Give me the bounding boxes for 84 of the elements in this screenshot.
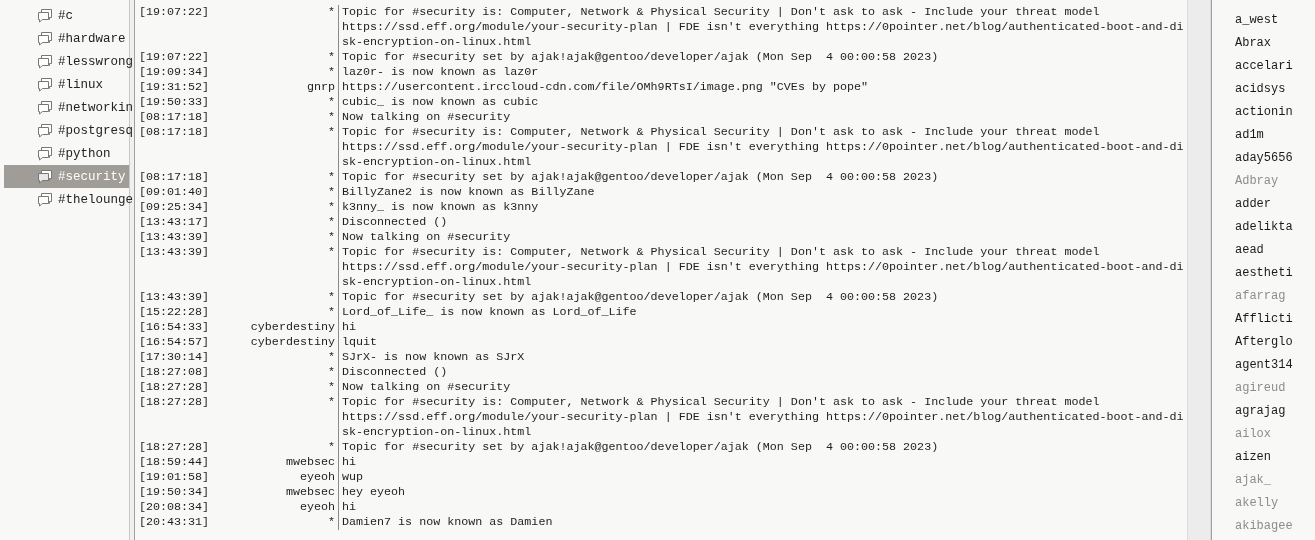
nickname: * [327, 110, 336, 125]
timestamp: [19:50:33] [138, 95, 211, 110]
timestamp: [17:30:14] [138, 350, 211, 365]
timestamp: [09:25:34] [138, 200, 211, 215]
timestamp: [20:08:34] [138, 500, 211, 515]
nickname: * [327, 65, 336, 80]
timestamp: [19:01:58] [138, 470, 211, 485]
user-item[interactable]: Afterglo [1235, 330, 1315, 353]
timestamp: [19:31:52] [138, 80, 211, 95]
timestamp: [13:43:17] [138, 215, 211, 230]
user-item[interactable]: Afflicti [1235, 307, 1315, 330]
nickname: * [327, 440, 336, 455]
user-item[interactable]: ad1m [1235, 123, 1315, 146]
chat-bubble-icon [37, 8, 53, 23]
timestamp: [19:07:22] [138, 50, 211, 65]
nickname: * [327, 185, 336, 200]
timestamp: [13:43:39] [138, 230, 211, 245]
timestamp: [08:17:18] [138, 110, 211, 125]
timestamp: [18:59:44] [138, 455, 211, 470]
nickname: * [327, 395, 336, 411]
channel-item[interactable]: #c [4, 4, 129, 27]
nickname: mwebsec [284, 455, 336, 470]
user-item[interactable]: Abrax [1235, 31, 1315, 54]
chat-bubble-icon [37, 169, 53, 184]
user-item[interactable]: agrajag [1235, 399, 1315, 422]
nickname: * [327, 95, 336, 110]
nickname: * [327, 350, 336, 365]
chat-bubble-icon [37, 31, 53, 46]
timestamp: [16:54:33] [138, 320, 211, 335]
nickname: * [327, 380, 336, 395]
user-item[interactable]: aead [1235, 238, 1315, 261]
user-item[interactable]: actionin [1235, 100, 1315, 123]
user-item[interactable]: aestheti [1235, 261, 1315, 284]
timestamp: [20:43:31] [138, 515, 211, 530]
user-item[interactable]: aizen [1235, 445, 1315, 468]
nickname: * [327, 365, 336, 380]
nickname: eyeoh [298, 500, 336, 515]
nickname: * [327, 230, 336, 245]
timestamp: [18:27:08] [138, 365, 211, 380]
timestamp: [16:54:57] [138, 335, 211, 350]
user-item[interactable]: adder [1235, 192, 1315, 215]
chat-bubble-icon [37, 77, 53, 92]
chat-bubble-icon [37, 54, 53, 69]
channel-item[interactable]: #hardware [4, 27, 129, 50]
timestamp: [18:27:28] [138, 395, 211, 411]
nickname: * [327, 125, 336, 141]
nickname: eyeoh [298, 470, 336, 485]
nickname: * [327, 200, 336, 215]
user-item[interactable]: aday5656 [1235, 146, 1315, 169]
timestamp: [08:17:18] [138, 125, 211, 141]
nickname: * [327, 305, 336, 320]
scrollbar[interactable] [1187, 0, 1211, 540]
user-item[interactable]: accelari [1235, 54, 1315, 77]
nickname: cyberdestiny [249, 335, 336, 350]
timestamp: [13:43:39] [138, 290, 211, 305]
timestamp: [19:50:34] [138, 485, 211, 500]
nickname: * [327, 290, 336, 305]
nickname: * [327, 5, 336, 21]
chat-bubble-icon [37, 146, 53, 161]
timestamp: [15:22:28] [138, 305, 211, 320]
nickname: * [327, 215, 336, 230]
nickname: * [327, 515, 336, 530]
channel-item[interactable]: #linux [4, 73, 129, 96]
timestamp: [18:27:28] [138, 440, 211, 455]
nickname: * [327, 245, 336, 261]
timestamp: [08:17:18] [138, 170, 211, 185]
chat-bubble-icon [37, 100, 53, 115]
user-item[interactable]: acidsys [1235, 77, 1315, 100]
timestamp: [09:01:40] [138, 185, 211, 200]
timestamp: [19:07:22] [138, 5, 211, 21]
timestamp: [19:09:34] [138, 65, 211, 80]
user-item[interactable]: agent314 [1235, 353, 1315, 376]
nickname: * [327, 170, 336, 185]
nickname: mwebsec [284, 485, 336, 500]
user-item[interactable]: adelikta [1235, 215, 1315, 238]
channel-item[interactable]: #python [4, 142, 129, 165]
user-item[interactable]: a_west [1235, 8, 1315, 31]
chat-bubble-icon [37, 192, 53, 207]
nickname: * [327, 50, 336, 65]
timestamp: [13:43:39] [138, 245, 211, 261]
timestamp: [18:27:28] [138, 380, 211, 395]
chat-bubble-icon [37, 123, 53, 138]
nickname: gnrp [305, 80, 336, 95]
nickname: cyberdestiny [249, 320, 336, 335]
